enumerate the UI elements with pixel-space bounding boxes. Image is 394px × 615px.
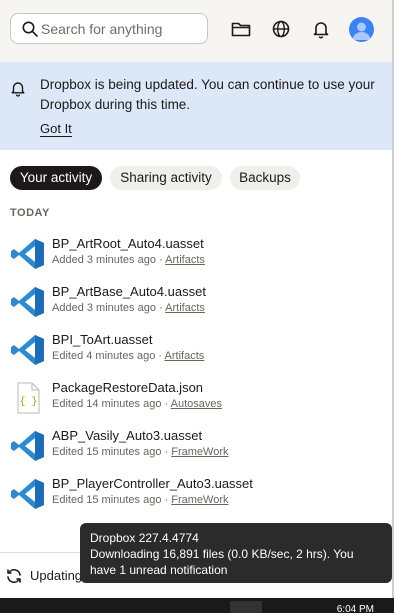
status-text: Updating <box>30 568 83 583</box>
folder-link[interactable]: FrameWork <box>171 494 228 506</box>
tray-tooltip: Dropbox 227.4.4774 Downloading 16,891 fi… <box>80 523 392 583</box>
taskbar-item[interactable] <box>230 601 262 613</box>
tab-your-activity[interactable]: Your activity <box>10 166 102 190</box>
tab-sharing-activity[interactable]: Sharing activity <box>110 166 222 190</box>
list-item[interactable]: BP_PlayerController_Auto3.uasset Edited … <box>0 476 392 522</box>
avatar[interactable] <box>349 17 374 42</box>
file-name: BP_ArtBase_Auto4.uasset <box>52 284 206 299</box>
file-meta: Edited 15 minutes ago · FrameWork <box>52 494 229 506</box>
file-action: Added 3 minutes ago · <box>52 302 166 314</box>
list-item[interactable]: BP_ArtRoot_Auto4.uasset Added 3 minutes … <box>0 236 392 282</box>
header <box>0 0 392 62</box>
file-action: Edited 14 minutes ago · <box>52 398 171 410</box>
json-file-icon: { } <box>17 382 40 414</box>
globe-icon[interactable] <box>270 18 292 40</box>
banner-message: Dropbox is being updated. You can contin… <box>40 77 375 112</box>
list-item[interactable]: BPI_ToArt.uasset Edited 4 minutes ago · … <box>0 332 392 378</box>
folder-link[interactable]: Artifacts <box>165 350 205 362</box>
vscode-icon <box>11 479 44 509</box>
update-banner: Dropbox is being updated. You can contin… <box>0 62 392 150</box>
section-title: TODAY <box>10 207 50 219</box>
file-meta: Edited 4 minutes ago · Artifacts <box>52 350 204 362</box>
file-name: BP_ArtRoot_Auto4.uasset <box>52 236 204 251</box>
file-meta: Added 3 minutes ago · Artifacts <box>52 254 205 266</box>
file-meta: Added 3 minutes ago · Artifacts <box>52 302 205 314</box>
file-meta: Edited 15 minutes ago · FrameWork <box>52 446 229 458</box>
vscode-icon <box>11 239 44 269</box>
file-action: Added 3 minutes ago · <box>52 254 166 266</box>
search-input[interactable] <box>41 19 201 39</box>
vscode-icon <box>11 431 44 461</box>
dropbox-panel: Dropbox is being updated. You can contin… <box>0 0 394 613</box>
taskbar: 6:04 PM <box>0 598 394 615</box>
file-action: Edited 15 minutes ago · <box>52 446 172 458</box>
file-action: Edited 4 minutes ago · <box>52 350 165 362</box>
bell-icon[interactable] <box>310 18 332 40</box>
user-avatar-icon <box>352 22 371 40</box>
folder-link[interactable]: Artifacts <box>165 254 205 266</box>
vscode-icon <box>11 335 44 365</box>
list-item[interactable]: { } PackageRestoreData.json Edited 14 mi… <box>0 380 392 426</box>
bell-icon <box>11 82 25 97</box>
folder-link[interactable]: Autosaves <box>171 398 222 410</box>
vscode-icon <box>11 287 44 317</box>
file-name: PackageRestoreData.json <box>52 380 204 395</box>
folder-link[interactable]: Artifacts <box>165 302 205 314</box>
got-it-button[interactable]: Got It <box>40 121 72 137</box>
tooltip-title: Dropbox 227.4.4774 <box>90 531 199 545</box>
file-action: Edited 15 minutes ago · <box>52 494 172 506</box>
file-name: ABP_Vasily_Auto3.uasset <box>52 428 203 443</box>
list-item[interactable]: ABP_Vasily_Auto3.uasset Edited 15 minute… <box>0 428 392 474</box>
tooltip-body: Downloading 16,891 files (0.0 KB/sec, 2 … <box>90 547 354 577</box>
file-name: BP_PlayerController_Auto3.uasset <box>52 476 253 491</box>
svg-text:{ }: { } <box>19 396 37 408</box>
sync-icon <box>7 568 21 584</box>
taskbar-clock: 6:04 PM <box>336 604 374 615</box>
file-meta: Edited 14 minutes ago · Autosaves <box>52 398 222 410</box>
tab-backups[interactable]: Backups <box>230 166 300 190</box>
folder-icon[interactable] <box>230 18 252 40</box>
search-box[interactable] <box>10 13 208 44</box>
folder-link[interactable]: FrameWork <box>171 446 228 458</box>
list-item[interactable]: BP_ArtBase_Auto4.uasset Added 3 minutes … <box>0 284 392 330</box>
file-name: BPI_ToArt.uasset <box>52 332 153 347</box>
search-icon <box>22 21 38 37</box>
